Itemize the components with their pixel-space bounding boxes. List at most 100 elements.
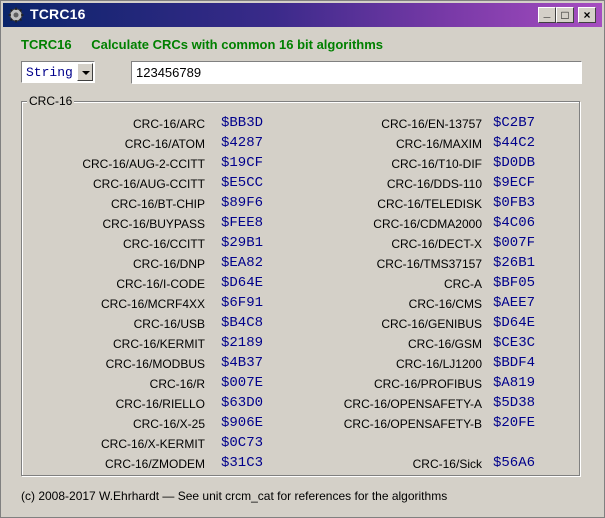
result-row: CRC-16/X-KERMIT $0C73 [15, 435, 263, 453]
crc-value: $FEE8 [221, 215, 264, 231]
algorithm-name: CRC-16/OPENSAFETY-A [343, 397, 482, 411]
crc-value: $C2B7 [493, 115, 536, 131]
result-row: CRC-16/MODBUS $4B37 [15, 355, 263, 373]
result-row: CRC-16/ATOM $4287 [15, 135, 263, 153]
crc-value: $007E [221, 375, 264, 391]
result-row: CRC-16/I-CODE $D64E [15, 275, 263, 293]
minimize-button[interactable]: _ [538, 5, 556, 23]
result-row: CRC-16/CDMA2000 $4C06 [282, 215, 535, 233]
algorithm-name: CRC-16/Sick [412, 457, 482, 471]
app-window: TCRC16 _ □ × TCRC16 Calculate CRCs with … [0, 0, 605, 518]
algorithm-name: CRC-16/I-CODE [116, 277, 205, 291]
result-row: CRC-16/CMS $AEE7 [282, 295, 535, 313]
result-row: CRC-16/BT-CHIP $89F6 [15, 195, 263, 213]
header-tagline: Calculate CRCs with common 16 bit algori… [91, 37, 384, 52]
algorithm-name: CRC-16/TMS37157 [376, 257, 482, 271]
algorithm-name: CRC-16/PROFIBUS [373, 377, 482, 391]
algorithm-name: CRC-16/CDMA2000 [373, 217, 482, 231]
algorithm-name: CRC-16/R [149, 377, 205, 391]
algorithm-name: CRC-A [444, 277, 482, 291]
crc-value: $26B1 [493, 255, 536, 271]
result-row: CRC-16/T10-DIF $D0DB [282, 155, 535, 173]
input-text-field[interactable] [131, 61, 582, 84]
result-row: CRC-16/MAXIM $44C2 [282, 135, 535, 153]
result-row: CRC-16/BUYPASS $FEE8 [15, 215, 264, 233]
crc-value: $CE3C [493, 335, 536, 351]
crc-value: $9ECF [493, 175, 536, 191]
crc-value: $007F [493, 235, 536, 251]
result-row: CRC-16/AUG-CCITT $E5CC [15, 175, 263, 193]
algorithm-name: CRC-16/X-KERMIT [100, 437, 205, 451]
result-row: CRC-16/AUG-2-CCITT $19CF [15, 155, 263, 173]
input-type-value: String [26, 65, 73, 80]
result-row: CRC-16/ARC $BB3D [15, 115, 263, 133]
algorithm-name: CRC-16/USB [133, 317, 205, 331]
maximize-icon: □ [561, 8, 569, 22]
maximize-button[interactable]: □ [556, 7, 574, 23]
result-row: CRC-16/Sick $56A6 [282, 455, 535, 473]
algorithm-name: CRC-16/CCITT [122, 237, 205, 251]
chevron-down-icon[interactable] [77, 63, 93, 81]
algorithm-name: CRC-16/TELEDISK [377, 197, 482, 211]
footer-text: (c) 2008-2017 W.Ehrhardt — See unit crcm… [21, 489, 448, 503]
result-row: CRC-16/GENIBUS $D64E [282, 315, 535, 333]
crc-value: $4C06 [493, 215, 536, 231]
crc-value: $63D0 [221, 395, 264, 411]
result-row: CRC-16/RIELLO $63D0 [15, 395, 263, 413]
crc-value: $906E [221, 415, 264, 431]
crc-value: $2189 [221, 335, 264, 351]
crc-value: $BB3D [221, 115, 264, 131]
result-row: CRC-16/USB $B4C8 [15, 315, 263, 333]
algorithm-name: CRC-16/MCRF4XX [100, 297, 205, 311]
crc-value: $4287 [221, 135, 264, 151]
input-type-select[interactable]: String [21, 61, 95, 83]
gear-icon[interactable] [8, 7, 24, 23]
crc-value: $AEE7 [493, 295, 536, 311]
algorithm-name: CRC-16/LJ1200 [395, 357, 482, 371]
algorithm-name: CRC-16/DECT-X [391, 237, 482, 251]
algorithm-name: CRC-16/GENIBUS [381, 317, 482, 331]
crc-value: $56A6 [493, 455, 536, 471]
algorithm-name: CRC-16/MODBUS [105, 357, 205, 371]
crc-value: $D64E [221, 275, 264, 291]
algorithm-name: CRC-16/DDS-110 [386, 177, 482, 191]
crc-value: $20FE [493, 415, 536, 431]
crc-value: $89F6 [221, 195, 264, 211]
crc-value: $4B37 [221, 355, 264, 371]
crc-value: $6F91 [221, 295, 264, 311]
crc-value: $19CF [221, 155, 264, 171]
result-row: CRC-16/DECT-X $007F [282, 235, 535, 253]
algorithm-name: CRC-16/ZMODEM [104, 457, 205, 471]
group-label: CRC-16 [27, 94, 75, 108]
algorithm-name: CRC-16/ATOM [124, 137, 205, 151]
algorithm-name: CRC-16/RIELLO [115, 397, 205, 411]
algorithm-name: CRC-16/GSM [407, 337, 482, 351]
result-row: CRC-16/MCRF4XX $6F91 [15, 295, 263, 313]
result-row: CRC-16/PROFIBUS $A819 [282, 375, 535, 393]
result-row: CRC-16/KERMIT $2189 [15, 335, 263, 353]
algorithm-name: CRC-16/T10-DIF [391, 157, 482, 171]
window-title: TCRC16 [30, 6, 86, 22]
title-bar[interactable]: TCRC16 _ □ × [3, 3, 602, 27]
crc-value: $29B1 [221, 235, 264, 251]
crc-value: $44C2 [493, 135, 536, 151]
crc-value: $B4C8 [221, 315, 264, 331]
result-row: CRC-16/CCITT $29B1 [15, 235, 263, 253]
crc-value: $EA82 [221, 255, 264, 271]
result-row: CRC-16/OPENSAFETY-B $20FE [282, 415, 535, 433]
algorithm-name: CRC-16/X-25 [132, 417, 205, 431]
algorithm-name: CRC-16/EN-13757 [381, 117, 482, 131]
minimize-icon: _ [543, 5, 551, 19]
result-row: CRC-16/R $007E [15, 375, 263, 393]
result-row: CRC-16/GSM $CE3C [282, 335, 535, 353]
close-button[interactable]: × [578, 7, 596, 23]
algorithm-name: CRC-16/KERMIT [112, 337, 205, 351]
crc-value: $A819 [493, 375, 536, 391]
result-row: CRC-16/LJ1200 $BDF4 [282, 355, 535, 373]
result-row: CRC-16/TMS37157 $26B1 [282, 255, 535, 273]
result-row: CRC-16/DDS-110 $9ECF [282, 175, 535, 193]
algorithm-name: CRC-16/DNP [132, 257, 205, 271]
algorithm-name: CRC-16/AUG-CCITT [92, 177, 205, 191]
crc-value: $E5CC [221, 175, 264, 191]
crc-value: $BF05 [493, 275, 536, 291]
